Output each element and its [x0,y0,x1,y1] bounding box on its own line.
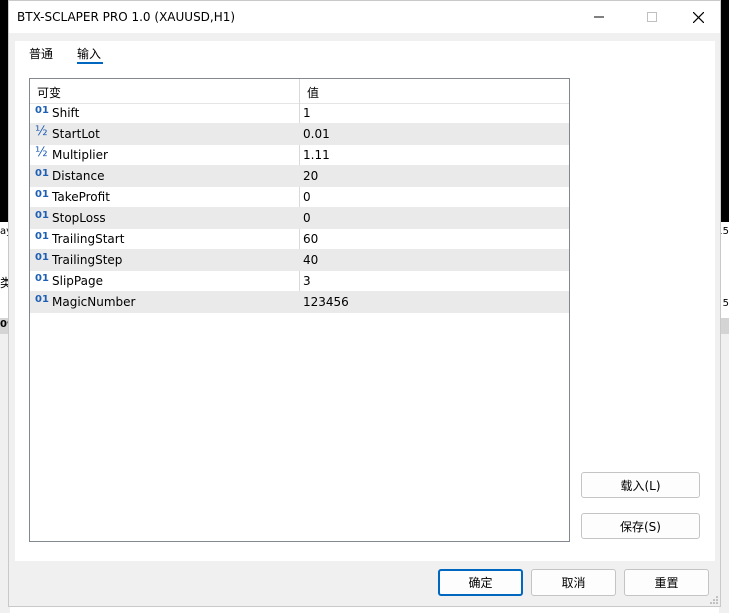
integer-type-icon: 01 [35,168,49,179]
row-name: Distance [52,169,105,183]
row-name: StartLot [52,127,100,141]
close-icon [692,11,704,23]
reset-button[interactable]: 重置 [624,569,709,596]
row-value[interactable]: 1.11 [303,148,330,162]
table-row[interactable]: 01 SlipPage 3 [30,271,569,292]
row-value[interactable]: 40 [303,253,318,267]
minimize-icon [594,16,604,18]
row-value[interactable]: 0 [303,190,311,204]
title-bar[interactable]: BTX-SCLAPER PRO 1.0 (XAUUSD,H1) [9,1,720,33]
maximize-icon [647,12,657,22]
active-tab-indicator [77,62,103,64]
double-type-icon: ½ [35,145,48,160]
cancel-button[interactable]: 取消 [531,569,616,596]
table-row[interactable]: 01 TrailingStart 60 [30,229,569,250]
table-row[interactable]: ½ StartLot 0.01 [30,124,569,145]
maximize-button [629,1,675,33]
minimize-button[interactable] [576,1,622,33]
row-value[interactable]: 123456 [303,295,349,309]
close-button[interactable] [675,1,721,33]
row-value[interactable]: 1 [303,106,311,120]
row-value[interactable]: 60 [303,232,318,246]
table-row[interactable]: 01 StopLoss 0 [30,208,569,229]
save-button[interactable]: 保存(S) [581,513,700,539]
table-row[interactable]: 01 MagicNumber 123456 [30,292,569,313]
table-row[interactable]: ½ Multiplier 1.11 [30,145,569,166]
window-title: BTX-SCLAPER PRO 1.0 (XAUUSD,H1) [17,10,236,24]
background-chart-left [0,0,8,222]
integer-type-icon: 01 [35,210,49,221]
tab-content-panel: 普通 输入 可变 值 01 Shift 1 ½ StartLot 0.01 ½ … [15,41,715,561]
background-fragment: 5 [722,298,729,309]
integer-type-icon: 01 [35,294,49,305]
column-header-value[interactable]: 值 [307,84,319,101]
double-type-icon: ½ [35,124,48,139]
row-name: Shift [52,106,80,120]
row-name: TrailingStart [52,232,125,246]
integer-type-icon: 01 [35,252,49,263]
row-name: Multiplier [52,148,108,162]
inputs-grid: 可变 值 01 Shift 1 ½ StartLot 0.01 ½ Multip… [29,78,570,542]
resize-grip-icon[interactable] [710,596,718,604]
properties-dialog: BTX-SCLAPER PRO 1.0 (XAUUSD,H1) 普通 输入 可变… [8,0,721,607]
table-row[interactable]: 01 TakeProfit 0 [30,187,569,208]
column-header-variable[interactable]: 可变 [37,84,61,101]
ok-button[interactable]: 确定 [438,569,523,596]
table-row[interactable]: 01 Distance 20 [30,166,569,187]
integer-type-icon: 01 [35,231,49,242]
integer-type-icon: 01 [35,105,49,116]
integer-type-icon: 01 [35,273,49,284]
tab-general[interactable]: 普通 [29,45,53,65]
background-chart-right [721,0,729,222]
row-value[interactable]: 20 [303,169,318,183]
table-row[interactable]: 01 TrailingStep 40 [30,250,569,271]
row-name: TakeProfit [52,190,110,204]
load-button[interactable]: 载入(L) [581,472,700,498]
row-name: StopLoss [52,211,106,225]
row-value[interactable]: 3 [303,274,311,288]
table-row[interactable]: 01 Shift 1 [30,103,569,124]
row-name: MagicNumber [52,295,136,309]
row-value[interactable]: 0.01 [303,127,330,141]
integer-type-icon: 01 [35,189,49,200]
row-name: SlipPage [52,274,103,288]
row-name: TrailingStep [52,253,123,267]
row-value[interactable]: 0 [303,211,311,225]
